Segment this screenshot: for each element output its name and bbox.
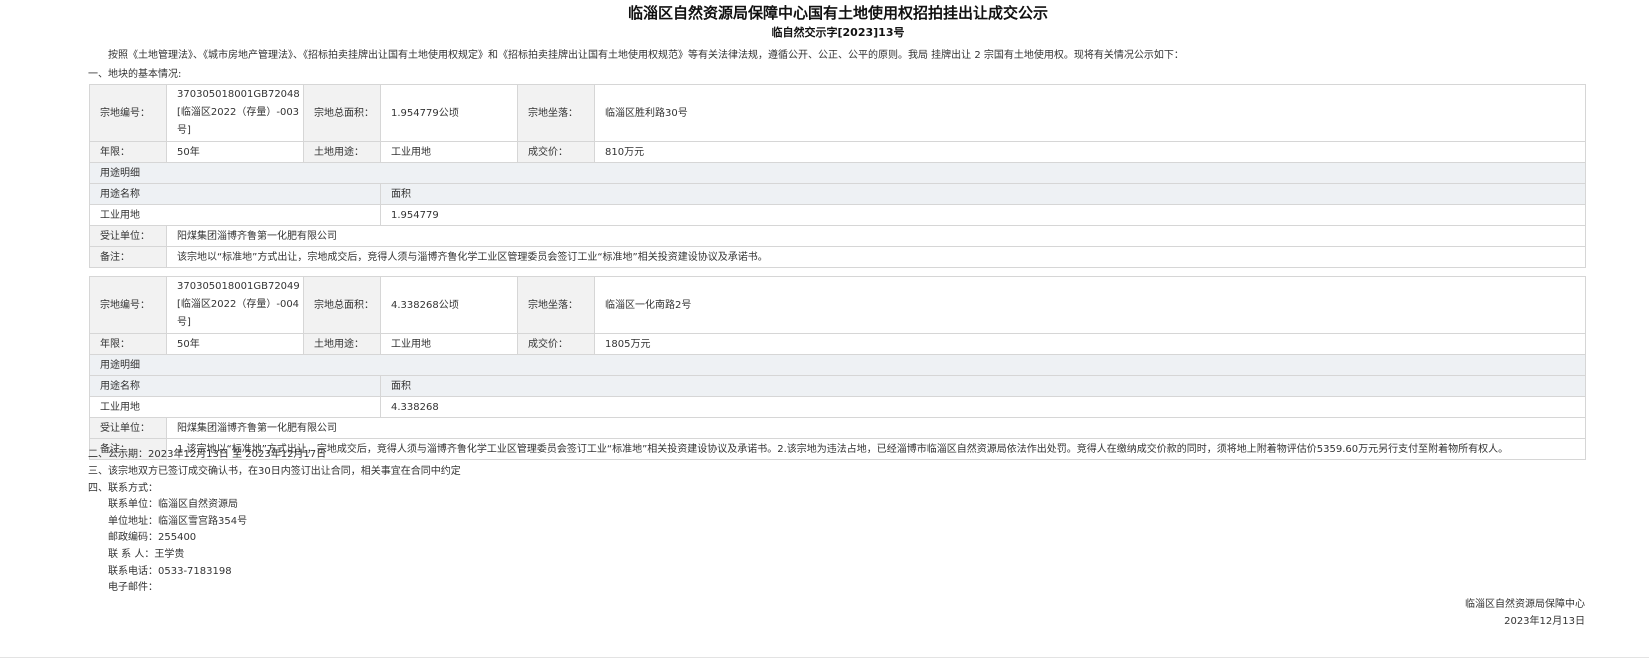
use-value: 工业用地	[380, 141, 518, 163]
bottom-divider	[0, 657, 1649, 658]
term-label: 年限：	[89, 333, 167, 355]
area-value: 4.338268公顷	[380, 276, 518, 334]
transferee-row: 受让单位： 阳煤集团淄博齐鲁第一化肥有限公司	[89, 417, 1586, 439]
contact-heading: 四、联系方式：	[88, 483, 158, 494]
area-column: 面积	[380, 375, 1586, 397]
use-detail-row: 工业用地 1.954779	[89, 204, 1586, 226]
use-detail-columns: 用途名称 面积	[89, 375, 1586, 397]
use-detail-row: 工业用地 4.338268	[89, 396, 1586, 418]
publicity-period: 二、公示期：2023年12月13日 至 2023年12月17日	[88, 449, 327, 460]
use-label: 土地用途：	[303, 141, 381, 163]
parcel-no-value: 370305018001GB72049 [临淄区2022（存量）-004号]	[166, 276, 304, 334]
parcel-no-label: 宗地编号：	[89, 84, 167, 142]
term-value: 50年	[166, 333, 304, 355]
section-heading-basic-info: 一、地块的基本情况:	[88, 69, 182, 80]
transferee-label: 受让单位：	[89, 417, 167, 439]
remark-value: 1.该宗地以“标准地”方式出让，宗地成交后，竞得人须与淄博齐鲁化学工业区管理委员…	[166, 438, 1586, 460]
use-detail-name: 工业用地	[89, 396, 381, 418]
use-detail-label: 用途明细	[89, 354, 1586, 376]
remark-label: 备注：	[89, 246, 167, 268]
contact-unit: 联系单位：临淄区自然资源局	[108, 499, 238, 510]
remark-value: 该宗地以“标准地”方式出让，宗地成交后，竞得人须与淄博齐鲁化学工业区管理委员会签…	[166, 246, 1586, 268]
use-value: 工业用地	[380, 333, 518, 355]
parcel-no-value: 370305018001GB72048 [临淄区2022（存量）-003号]	[166, 84, 304, 142]
transferee-value: 阳煤集团淄博齐鲁第一化肥有限公司	[166, 417, 1586, 439]
signature-date: 2023年12月13日	[1504, 616, 1585, 627]
contact-email: 电子邮件：	[108, 582, 158, 593]
area-column: 面积	[380, 183, 1586, 205]
location-label: 宗地坐落：	[517, 276, 595, 334]
contact-address: 单位地址：临淄区雪宫路354号	[108, 516, 248, 527]
price-label: 成交价：	[517, 333, 595, 355]
transferee-row: 受让单位： 阳煤集团淄博齐鲁第一化肥有限公司	[89, 225, 1586, 247]
price-value: 1805万元	[594, 333, 1586, 355]
use-detail-name: 工业用地	[89, 204, 381, 226]
use-label: 土地用途：	[303, 333, 381, 355]
intro-paragraph: 按照《土地管理法》、《城市房地产管理法》、《招标拍卖挂牌出让国有土地使用权规定》…	[108, 50, 1184, 61]
use-detail-columns: 用途名称 面积	[89, 183, 1586, 205]
price-label: 成交价：	[517, 141, 595, 163]
document-number: 临自然交示字[2023]13号	[771, 26, 905, 39]
term-value: 50年	[166, 141, 304, 163]
use-detail-label: 用途明细	[89, 162, 1586, 184]
contact-postcode: 邮政编码：255400	[108, 532, 197, 543]
parcel-row-term: 年限： 50年 土地用途： 工业用地 成交价： 810万元	[89, 141, 1586, 163]
signature-org: 临淄区自然资源局保障中心	[1465, 599, 1585, 610]
location-value: 临淄区胜利路30号	[594, 84, 1586, 142]
remark-row: 备注： 该宗地以“标准地”方式出让，宗地成交后，竞得人须与淄博齐鲁化学工业区管理…	[89, 246, 1586, 268]
area-value: 1.954779公顷	[380, 84, 518, 142]
use-detail-area: 4.338268	[380, 396, 1586, 418]
transferee-value: 阳煤集团淄博齐鲁第一化肥有限公司	[166, 225, 1586, 247]
location-value: 临淄区一化南路2号	[594, 276, 1586, 334]
price-value: 810万元	[594, 141, 1586, 163]
use-detail-header: 用途明细	[89, 162, 1586, 184]
use-detail-header: 用途明细	[89, 354, 1586, 376]
term-label: 年限：	[89, 141, 167, 163]
use-detail-area: 1.954779	[380, 204, 1586, 226]
use-name-column: 用途名称	[89, 183, 381, 205]
parcel-table-1: 宗地编号： 370305018001GB72048 [临淄区2022（存量）-0…	[89, 84, 1586, 268]
parcel-row-main: 宗地编号： 370305018001GB72049 [临淄区2022（存量）-0…	[89, 276, 1586, 334]
transferee-label: 受让单位：	[89, 225, 167, 247]
parcel-row-main: 宗地编号： 370305018001GB72048 [临淄区2022（存量）-0…	[89, 84, 1586, 142]
parcel-row-term: 年限： 50年 土地用途： 工业用地 成交价： 1805万元	[89, 333, 1586, 355]
area-label: 宗地总面积：	[303, 276, 381, 334]
parcel-table-2: 宗地编号： 370305018001GB72049 [临淄区2022（存量）-0…	[89, 276, 1586, 460]
parcel-no-label: 宗地编号：	[89, 276, 167, 334]
contract-note: 三、该宗地双方已签订成交确认书，在30日内签订出让合同，相关事宜在合同中约定	[88, 466, 461, 477]
location-label: 宗地坐落：	[517, 84, 595, 142]
contact-person: 联 系 人：王学贵	[108, 549, 185, 560]
area-label: 宗地总面积：	[303, 84, 381, 142]
contact-phone: 联系电话：0533-7183198	[108, 566, 232, 577]
use-name-column: 用途名称	[89, 375, 381, 397]
page-title: 临淄区自然资源局保障中心国有土地使用权招拍挂出让成交公示	[627, 4, 1048, 22]
